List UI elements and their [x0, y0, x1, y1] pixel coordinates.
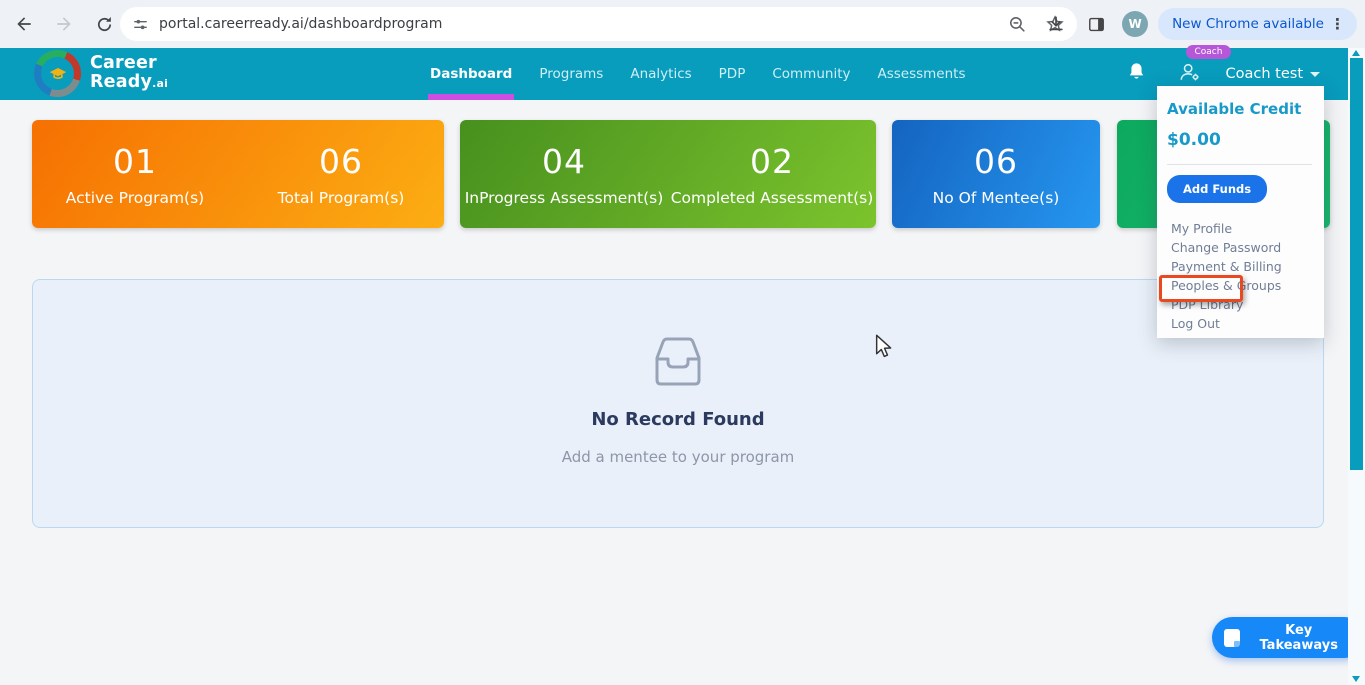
back-icon[interactable] — [8, 8, 40, 40]
key-takeaways-label: Key Takeaways — [1248, 623, 1349, 653]
inprogress-assessments-stat: 04 InProgress Assessment(s) — [460, 120, 668, 228]
browser-toolbar: portal.careerready.ai/dashboardprogram W… — [0, 0, 1365, 48]
nav-analytics[interactable]: Analytics — [630, 48, 691, 100]
nav-pdp[interactable]: PDP — [719, 48, 746, 100]
zoom-icon[interactable] — [1008, 15, 1027, 34]
empty-state: No Record Found Add a mentee to your pro… — [33, 335, 1323, 466]
available-credit-label: Available Credit — [1167, 100, 1312, 118]
reload-icon[interactable] — [88, 8, 120, 40]
chevron-down-icon — [1310, 72, 1320, 77]
address-bar[interactable]: portal.careerready.ai/dashboardprogram — [120, 7, 1077, 41]
menu-item-my-profile[interactable]: My Profile — [1167, 217, 1312, 236]
assessments-stat-card: 04 InProgress Assessment(s) 02 Completed… — [460, 120, 876, 228]
active-programs-stat: 01 Active Program(s) — [32, 120, 238, 228]
nav-community[interactable]: Community — [772, 48, 850, 100]
menu-item-payment-billing[interactable]: Payment & Billing — [1167, 255, 1312, 274]
nav-programs[interactable]: Programs — [539, 48, 603, 100]
menu-item-pdp-library[interactable]: PDP Library — [1167, 293, 1312, 312]
credit-amount: $0.00 — [1167, 130, 1312, 150]
download-icon[interactable] — [1040, 8, 1072, 40]
menu-item-change-password[interactable]: Change Password — [1167, 236, 1312, 255]
page-scrollbar[interactable] — [1348, 48, 1365, 685]
add-funds-button[interactable]: Add Funds — [1167, 175, 1267, 203]
key-takeaways-button[interactable]: Key Takeaways — [1212, 617, 1365, 658]
chrome-update-button[interactable]: New Chrome available ⋮ — [1158, 8, 1357, 40]
menu-item-log-out[interactable]: Log Out — [1167, 312, 1312, 331]
scrollbar-thumb[interactable] — [1350, 58, 1363, 470]
url-text[interactable]: portal.careerready.ai/dashboardprogram — [159, 16, 1008, 32]
careerready-logo[interactable]: Career Ready.ai — [34, 50, 168, 97]
user-menu-trigger[interactable]: Coach test — [1226, 66, 1321, 82]
mentee-list-panel: No Record Found Add a mentee to your pro… — [32, 279, 1324, 528]
user-settings-icon[interactable]: Coach — [1178, 61, 1202, 87]
browser-profile-avatar[interactable]: W — [1122, 11, 1148, 37]
menu-divider — [1167, 164, 1312, 165]
account-dropdown: Available Credit $0.00 Add Funds My Prof… — [1157, 86, 1324, 338]
side-panel-icon[interactable] — [1080, 8, 1112, 40]
nav-assessments[interactable]: Assessments — [877, 48, 965, 100]
scrollbar-down-icon[interactable] — [1352, 676, 1360, 682]
completed-assessments-stat: 02 Completed Assessment(s) — [668, 120, 876, 228]
forward-icon[interactable] — [48, 8, 80, 40]
site-settings-icon[interactable] — [132, 16, 149, 33]
empty-state-subtitle: Add a mentee to your program — [562, 448, 795, 466]
nav-dashboard[interactable]: Dashboard — [430, 48, 512, 100]
graduation-cap-icon — [47, 63, 69, 85]
browser-menu-icon[interactable]: ⋮ — [1324, 15, 1351, 33]
scrollbar-up-icon[interactable] — [1352, 50, 1360, 56]
programs-stat-card: 01 Active Program(s) 06 Total Program(s) — [32, 120, 444, 228]
note-icon — [1224, 629, 1240, 647]
total-programs-stat: 06 Total Program(s) — [238, 120, 444, 228]
careerready-logo-icon — [34, 50, 81, 97]
notifications-bell-icon[interactable] — [1127, 62, 1146, 87]
user-name-label: Coach test — [1226, 66, 1304, 82]
chrome-update-label: New Chrome available — [1172, 16, 1324, 32]
mentees-stat-card: 06 No Of Mentee(s) — [892, 120, 1100, 228]
empty-inbox-icon — [645, 335, 711, 391]
main-nav: Dashboard Programs Analytics PDP Communi… — [430, 48, 966, 100]
menu-item-peoples-groups[interactable]: Peoples & Groups — [1167, 274, 1312, 293]
empty-state-title: No Record Found — [591, 409, 764, 430]
coach-role-badge: Coach — [1186, 45, 1232, 59]
logo-text: Career Ready.ai — [90, 54, 168, 93]
mentees-stat: 06 No Of Mentee(s) — [892, 120, 1100, 228]
